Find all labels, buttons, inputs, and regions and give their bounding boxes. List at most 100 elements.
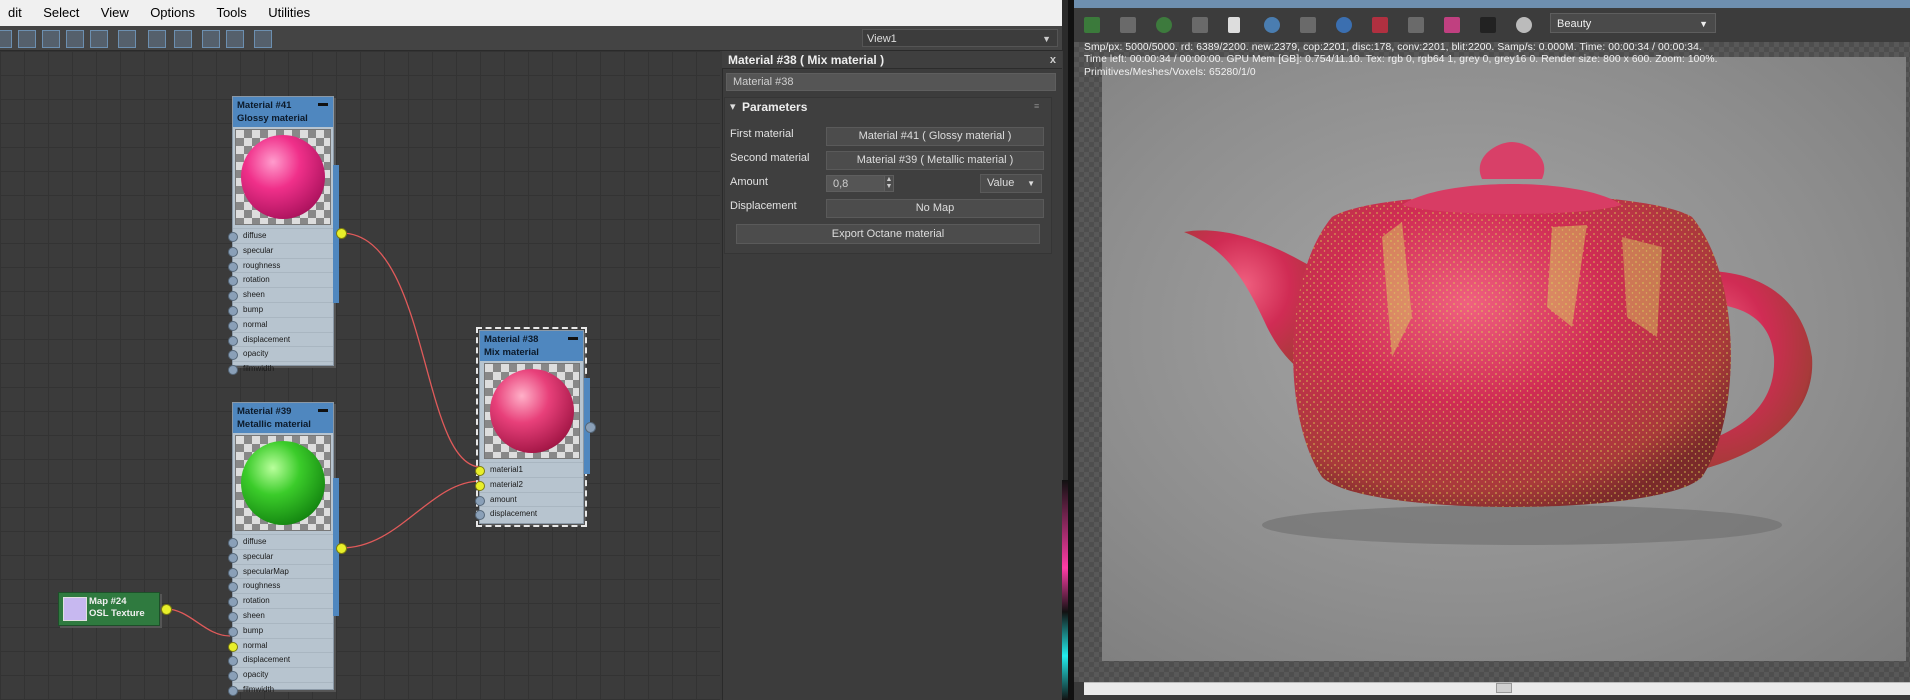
region-render-icon[interactable] — [1408, 17, 1424, 33]
port-socket-icon[interactable] — [228, 365, 238, 376]
rollout-menu-icon[interactable]: ≡ — [1034, 101, 1039, 111]
port-sheen[interactable]: sheen — [228, 607, 333, 623]
glossy-material-node[interactable]: Material #41 Glossy material ▬ diffuse s… — [228, 96, 334, 376]
port-list: diffuse specular roughness rotation shee… — [228, 228, 333, 376]
film-region-icon[interactable] — [1444, 17, 1460, 33]
collapse-icon[interactable]: ▬ — [318, 403, 328, 416]
port-socket-icon[interactable] — [228, 291, 238, 302]
view-selector[interactable]: View1 ▼ — [862, 29, 1058, 47]
port-filmwidth[interactable]: filmwidth — [228, 681, 333, 697]
port-amount[interactable]: amount — [475, 491, 583, 507]
port-socket-icon[interactable] — [228, 656, 238, 667]
output-socket-icon[interactable] — [585, 422, 596, 433]
port-socket-icon[interactable] — [228, 641, 238, 652]
scrollbar-thumb[interactable] — [1496, 683, 1512, 693]
port-specular[interactable]: specular — [228, 548, 333, 564]
wire-map-to-normal — [165, 608, 231, 637]
port-socket-icon[interactable] — [228, 246, 238, 257]
port-opacity[interactable]: opacity — [228, 346, 333, 361]
render-stats-line: Primitives/Meshes/Voxels: 65280/1/0 — [1084, 67, 1256, 78]
spinner-arrows-icon[interactable]: ▲ ▼ — [884, 175, 894, 192]
port-socket-icon[interactable] — [228, 567, 238, 578]
port-socket-icon[interactable] — [228, 597, 238, 608]
port-sheen[interactable]: sheen — [228, 287, 333, 302]
clay-mode-icon[interactable] — [1372, 17, 1388, 33]
port-socket-icon[interactable] — [475, 510, 485, 521]
port-rotation[interactable]: rotation — [228, 272, 333, 287]
port-socket-icon[interactable] — [228, 276, 238, 287]
port-material2[interactable]: material2 — [475, 476, 583, 492]
port-roughness[interactable]: roughness — [228, 257, 333, 273]
osl-texture-node[interactable]: Map #24 OSL Texture — [58, 592, 160, 626]
first-material-button[interactable]: Material #41 ( Glossy material ) — [826, 127, 1044, 146]
viewport-title-bar — [1074, 0, 1910, 8]
restart-render-icon[interactable] — [1156, 17, 1172, 33]
port-socket-icon[interactable] — [228, 350, 238, 361]
port-socket-icon[interactable] — [228, 320, 238, 331]
node-header[interactable]: Material #39 Metallic material ▬ — [233, 403, 333, 433]
port-socket-icon[interactable] — [228, 611, 238, 622]
port-socket-icon[interactable] — [228, 305, 238, 316]
amount-spinner[interactable]: 0,8 — [826, 175, 886, 192]
port-specularmap[interactable]: specularMap — [228, 563, 333, 579]
port-socket-icon[interactable] — [475, 495, 485, 506]
port-material1[interactable]: material1 — [475, 462, 583, 477]
port-socket-icon[interactable] — [228, 671, 238, 682]
color-picker-icon[interactable] — [1336, 17, 1352, 33]
port-diffuse[interactable]: diffuse — [228, 228, 333, 243]
export-octane-button[interactable]: Export Octane material — [736, 224, 1040, 244]
displacement-map-button[interactable]: No Map — [826, 199, 1044, 218]
collapse-icon[interactable]: ▬ — [318, 97, 328, 110]
node-header[interactable]: Material #41 Glossy material ▬ — [233, 97, 333, 127]
port-socket-icon[interactable] — [228, 335, 238, 346]
mix-material-node[interactable]: Material #38 Mix material ▬ material1 ma… — [475, 327, 587, 527]
port-bump[interactable]: bump — [228, 622, 333, 638]
gear-icon[interactable] — [1516, 17, 1532, 33]
port-bump[interactable]: bump — [228, 301, 333, 317]
panel-title: Material #38 ( Mix material ) x — [722, 51, 1062, 69]
port-displacement[interactable]: displacement — [228, 652, 333, 667]
collapse-icon[interactable]: ▬ — [568, 331, 578, 344]
node-id: Material #38 — [484, 334, 539, 345]
port-displacement[interactable]: displacement — [228, 331, 333, 347]
port-roughness[interactable]: roughness — [228, 578, 333, 593]
second-material-button[interactable]: Material #39 ( Metallic material ) — [826, 151, 1044, 170]
rendered-image[interactable] — [1102, 57, 1906, 661]
port-diffuse[interactable]: diffuse — [228, 534, 333, 549]
metallic-material-node[interactable]: Material #39 Metallic material ▬ diffuse… — [228, 402, 334, 696]
amount-mode-dropdown[interactable]: Value ▼ — [980, 174, 1042, 193]
output-socket-icon[interactable] — [161, 604, 172, 615]
render-pass-dropdown[interactable]: Beauty ▼ — [1550, 13, 1716, 33]
port-socket-icon[interactable] — [228, 538, 238, 548]
material-name-field[interactable]: Material #38 — [726, 73, 1056, 91]
focus-picker-icon[interactable] — [1300, 17, 1316, 33]
port-socket-icon[interactable] — [475, 466, 485, 476]
port-filmwidth[interactable]: filmwidth — [228, 361, 333, 376]
port-socket-icon[interactable] — [228, 626, 238, 637]
cube-icon[interactable] — [1480, 17, 1496, 33]
port-displacement[interactable]: displacement — [475, 506, 583, 521]
port-socket-icon[interactable] — [228, 552, 238, 563]
port-socket-icon[interactable] — [228, 261, 238, 272]
lock-icon[interactable] — [1192, 17, 1208, 33]
save-image-icon[interactable] — [1120, 17, 1136, 33]
collapse-triangle-icon[interactable]: ▾ — [730, 100, 736, 113]
teapot-knob — [1479, 142, 1545, 179]
port-socket-icon[interactable] — [228, 232, 238, 242]
port-socket-icon[interactable] — [475, 480, 485, 491]
port-opacity[interactable]: opacity — [228, 667, 333, 682]
port-normal[interactable]: normal — [228, 637, 333, 653]
refresh-icon[interactable] — [1264, 17, 1280, 33]
port-socket-icon[interactable] — [228, 582, 238, 593]
send-scene-icon[interactable] — [1084, 17, 1100, 33]
port-rotation[interactable]: rotation — [228, 593, 333, 608]
port-socket-icon[interactable] — [228, 685, 238, 696]
output-socket-icon[interactable] — [336, 228, 347, 239]
output-socket-icon[interactable] — [336, 543, 347, 554]
port-specular[interactable]: specular — [228, 242, 333, 258]
pause-icon[interactable] — [1228, 17, 1240, 33]
node-header[interactable]: Material #38 Mix material ▬ — [480, 331, 583, 361]
rollout-title[interactable]: Parameters — [742, 100, 807, 114]
close-icon[interactable]: x — [1050, 51, 1056, 69]
port-normal[interactable]: normal — [228, 316, 333, 332]
